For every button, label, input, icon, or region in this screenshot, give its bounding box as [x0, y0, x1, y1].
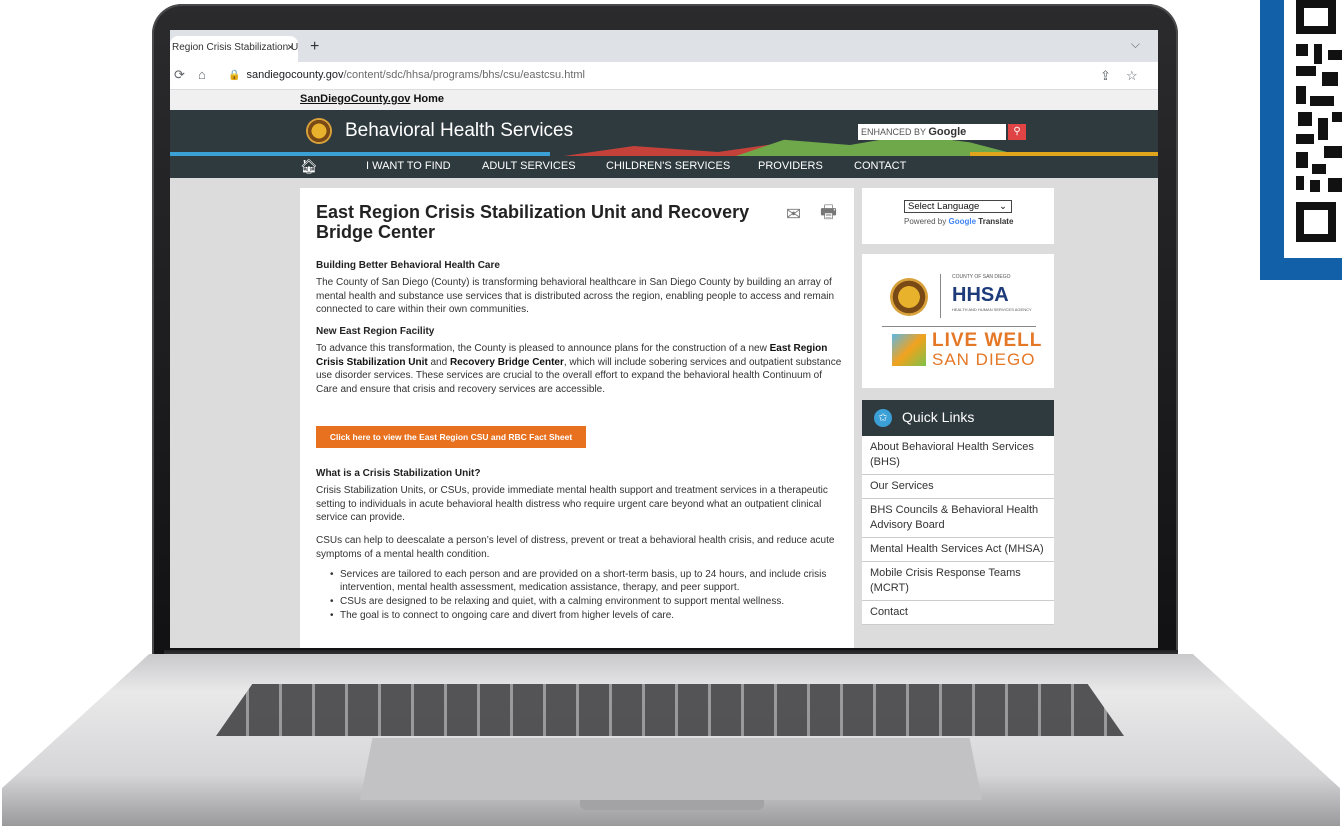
- site-banner: Behavioral Health Services ENHANCED BY G…: [170, 110, 1158, 156]
- browser-tab[interactable]: Region Crisis Stabilization Ur ×: [170, 36, 298, 62]
- hhsa-agency-label: HEALTH AND HUMAN SERVICES AGENCY: [952, 307, 1032, 312]
- nav-childrens-services[interactable]: CHILDREN'S SERVICES: [606, 160, 730, 172]
- county-seal-icon: [890, 278, 928, 316]
- laptop-keyboard: [216, 684, 1124, 736]
- close-tab-icon[interactable]: ×: [287, 40, 294, 54]
- main-content: East Region Crisis Stabilization Unit an…: [300, 188, 854, 648]
- list-item: Services are tailored to each person and…: [330, 568, 840, 594]
- section-text-csu-2: CSUs can help to deescalate a person’s l…: [316, 535, 835, 560]
- logo-rule: [882, 326, 1036, 327]
- section-title-building: Building Better Behavioral Health Care: [316, 260, 500, 271]
- section-title-facility: New East Region Facility: [316, 326, 435, 337]
- quick-links-title: Quick Links: [902, 409, 975, 425]
- quick-links-header: ✩ Quick Links: [862, 400, 1054, 436]
- nav-i-want-to-find[interactable]: I WANT TO FIND: [366, 160, 451, 172]
- nav-home-icon[interactable]: 🏠︎: [300, 158, 318, 175]
- hhsa-logo-card: COUNTY OF SAN DIEGO HHSA HEALTH AND HUMA…: [862, 254, 1054, 388]
- page-title: East Region Crisis Stabilization Unit an…: [316, 202, 750, 242]
- main-nav: 🏠︎ I WANT TO FIND ADULT SERVICES CHILDRE…: [170, 156, 1158, 178]
- live-well-icon: [892, 334, 926, 366]
- san-diego-logo-text: SAN DIEGO: [932, 350, 1036, 369]
- quick-link-contact[interactable]: Contact: [862, 601, 1054, 625]
- laptop-screen: Region Crisis Stabilization Ur × + ⌵ ⟳ ⌂…: [170, 30, 1158, 648]
- quick-links-list: About Behavioral Health Services (BHS) O…: [862, 436, 1054, 625]
- url-domain: sandiegocounty.gov: [246, 69, 344, 81]
- list-item: The goal is to connect to ongoing care a…: [330, 609, 840, 622]
- lock-icon: 🔒: [228, 70, 241, 81]
- address-bar: ⟳ ⌂ 🔒 sandiegocounty.gov/content/sdc/hhsa…: [170, 62, 1158, 90]
- live-well-logo[interactable]: LIVE WELL: [932, 331, 1042, 350]
- nav-providers[interactable]: PROVIDERS: [758, 160, 823, 172]
- section-title-csu: What is a Crisis Stabilization Unit?: [316, 468, 481, 479]
- url-field[interactable]: 🔒 sandiegocounty.gov/content/sdc/hhsa/pro…: [228, 69, 585, 81]
- county-top-bar: SanDiegoCounty.gov Home: [170, 90, 1158, 110]
- quick-link-mhsa[interactable]: Mental Health Services Act (MHSA): [862, 538, 1054, 562]
- quick-link-our-services[interactable]: Our Services: [862, 475, 1054, 499]
- laptop-notch: [580, 800, 764, 810]
- share-icon[interactable]: ⇪: [1100, 68, 1111, 84]
- star-icon: ✩: [874, 409, 892, 427]
- new-tab-button[interactable]: +: [310, 38, 319, 56]
- county-seal-logo[interactable]: [306, 118, 332, 144]
- quick-link-bhs-councils[interactable]: BHS Councils & Behavioral Health Advisor…: [862, 499, 1054, 538]
- tab-title: Region Crisis Stabilization Ur: [172, 42, 298, 53]
- quick-link-about-bhs[interactable]: About Behavioral Health Services (BHS): [862, 436, 1054, 475]
- email-icon[interactable]: ✉: [786, 204, 801, 225]
- section-text-facility: To advance this transformation, the Coun…: [316, 343, 842, 395]
- list-item: CSUs are designed to be relaxing and qui…: [330, 595, 840, 608]
- section-text-csu-1: Crisis Stabilization Units, or CSUs, pro…: [316, 485, 828, 523]
- nav-adult-services[interactable]: ADULT SERVICES: [482, 160, 576, 172]
- hhsa-logo[interactable]: HHSA: [952, 284, 1009, 307]
- qr-code: [1284, 0, 1342, 258]
- logo-divider: [940, 274, 941, 318]
- laptop-trackpad: [360, 738, 982, 800]
- tab-search-icon[interactable]: ⌵: [1131, 37, 1140, 52]
- language-select[interactable]: Select Language ⌄: [904, 200, 1012, 213]
- bookmark-star-icon[interactable]: ☆: [1126, 68, 1138, 84]
- url-path: /content/sdc/hhsa/programs/bhs/csu/eastc…: [343, 69, 586, 81]
- web-page: SanDiegoCounty.gov Home Behavioral Healt…: [170, 90, 1158, 648]
- home-icon[interactable]: ⌂: [198, 67, 206, 82]
- county-home-link[interactable]: SanDiegoCounty.gov Home: [300, 93, 444, 105]
- print-icon[interactable]: 🖶: [820, 200, 837, 230]
- hhsa-county-label: COUNTY OF SAN DIEGO: [952, 274, 1011, 280]
- csu-bullet-list: Services are tailored to each person and…: [330, 568, 840, 623]
- browser-tabbar: Region Crisis Stabilization Ur × + ⌵: [170, 30, 1158, 62]
- search-icon[interactable]: ⚲: [1008, 124, 1026, 140]
- section-text-building: The County of San Diego (County) is tran…: [316, 277, 835, 315]
- site-search-input[interactable]: ENHANCED BY Google: [858, 124, 1006, 140]
- reload-icon[interactable]: ⟳: [174, 67, 185, 83]
- site-title[interactable]: Behavioral Health Services: [345, 120, 573, 142]
- translate-widget: Select Language ⌄ Powered by Google Trans…: [862, 188, 1054, 244]
- powered-by-google: Powered by Google Translate: [904, 217, 1014, 226]
- nav-contact[interactable]: CONTACT: [854, 160, 906, 172]
- quick-link-mcrt[interactable]: Mobile Crisis Response Teams (MCRT): [862, 562, 1054, 601]
- fact-sheet-button[interactable]: Click here to view the East Region CSU a…: [316, 426, 586, 448]
